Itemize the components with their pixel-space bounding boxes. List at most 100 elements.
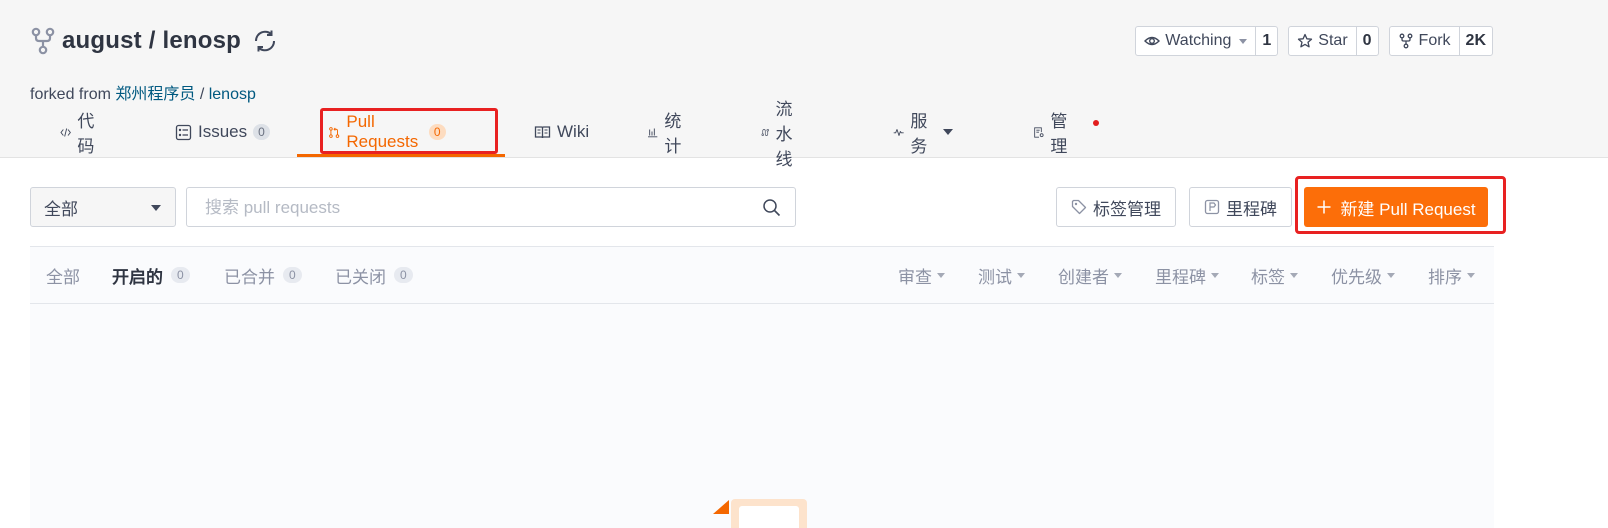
chevron-down-icon	[1211, 272, 1219, 278]
tab-wiki[interactable]: Wiki	[534, 108, 589, 156]
sort-test[interactable]: 测试	[978, 247, 1025, 303]
label-manage-button[interactable]: 标签管理	[1056, 187, 1176, 227]
wiki-icon	[534, 125, 551, 138]
service-icon	[893, 128, 904, 136]
tab-pipeline-label: 流水线	[775, 99, 793, 169]
milestone-label: 里程碑	[1226, 199, 1277, 219]
forked-repo-link[interactable]: lenosp	[209, 86, 256, 103]
fork-count[interactable]: 2K	[1458, 27, 1492, 55]
scope-select-value: 全部	[44, 199, 78, 219]
fork-label: Fork	[1418, 32, 1451, 49]
tab-manage-label: 管理	[1050, 112, 1068, 156]
star-button-main[interactable]: Star	[1289, 27, 1355, 55]
chevron-down-icon	[1290, 272, 1298, 278]
scope-select[interactable]: 全部	[30, 187, 176, 227]
filter-bar: 全部 开启的 0 已合并 0 已关闭 0 审查 测试 创建者 里程碑 标签 优先…	[30, 246, 1494, 304]
filter-open[interactable]: 开启的 0	[112, 247, 190, 303]
tab-issues-count: 0	[253, 124, 270, 140]
sort-order[interactable]: 排序	[1428, 247, 1475, 303]
tab-issues-label: Issues	[198, 122, 248, 141]
search-icon[interactable]	[762, 198, 781, 217]
filter-merged-label: 已合并	[224, 267, 275, 287]
forked-separator: /	[195, 86, 209, 103]
repo-actions: Watching 1 Star 0 Fork 2K	[1135, 26, 1493, 56]
forked-from-line: forked from 郑州程序员 / lenosp	[30, 80, 256, 104]
chevron-down-icon	[1467, 272, 1475, 278]
tab-pipeline[interactable]: 流水线	[761, 100, 801, 169]
sort-creator-label: 创建者	[1058, 267, 1109, 287]
label-manage-label: 标签管理	[1093, 199, 1161, 219]
sort-order-label: 排序	[1428, 267, 1462, 287]
issues-icon	[175, 124, 192, 140]
repo-title-separator: /	[141, 27, 163, 54]
fork-small-icon	[1399, 33, 1412, 49]
star-button[interactable]: Star 0	[1288, 26, 1379, 56]
active-tab-indicator	[297, 154, 505, 157]
forked-from-prefix: forked from	[30, 86, 116, 103]
chevron-down-icon	[1387, 272, 1395, 278]
tab-issues[interactable]: Issues 0	[175, 108, 270, 156]
filter-closed[interactable]: 已关闭 0	[335, 247, 413, 303]
watch-button-main[interactable]: Watching	[1136, 27, 1255, 55]
tab-service[interactable]: 服务	[893, 108, 953, 156]
filter-closed-label: 已关闭	[335, 267, 386, 287]
repo-header: august / lenosp forked from 郑州程序员 / leno…	[0, 0, 1608, 169]
sync-icon[interactable]	[251, 27, 279, 55]
sort-milestone-label: 里程碑	[1155, 267, 1206, 287]
pipeline-icon	[761, 128, 769, 136]
manage-icon	[1034, 126, 1044, 138]
fork-icon	[31, 27, 55, 55]
tab-stats-label: 统计	[664, 112, 682, 156]
code-icon	[60, 127, 71, 137]
repo-name-link[interactable]: lenosp	[162, 27, 241, 55]
highlight-box-pull-requests-tab	[320, 108, 498, 154]
filter-merged-count: 0	[283, 267, 302, 283]
eye-icon	[1144, 36, 1161, 46]
tab-code-label: 代码	[77, 112, 95, 156]
chevron-down-icon	[943, 129, 953, 135]
chevron-down-icon	[937, 272, 945, 278]
sort-creator[interactable]: 创建者	[1058, 247, 1122, 303]
sort-test-label: 测试	[978, 267, 1012, 287]
filter-merged[interactable]: 已合并 0	[224, 247, 302, 303]
tab-wiki-label: Wiki	[557, 122, 590, 141]
watch-button[interactable]: Watching 1	[1135, 26, 1279, 56]
sort-review[interactable]: 审查	[898, 247, 945, 303]
tag-icon	[1071, 199, 1087, 215]
empty-state-illustration	[713, 499, 807, 528]
pr-toolbar: 全部 标签管理 里程碑 新建 Pull Request	[30, 187, 1494, 227]
sort-review-label: 审查	[898, 267, 932, 287]
sort-label[interactable]: 标签	[1251, 247, 1298, 303]
filter-all-label: 全部	[46, 267, 80, 287]
sort-milestone[interactable]: 里程碑	[1155, 247, 1219, 303]
sort-priority[interactable]: 优先级	[1331, 247, 1395, 303]
filter-all[interactable]: 全部	[46, 247, 80, 303]
star-count[interactable]: 0	[1355, 27, 1378, 55]
watch-label: Watching	[1165, 32, 1232, 49]
chevron-down-icon	[1239, 38, 1248, 44]
sort-priority-label: 优先级	[1331, 267, 1382, 287]
filter-closed-count: 0	[394, 267, 413, 283]
pr-list-empty-area	[30, 304, 1494, 528]
forked-owner-link[interactable]: 郑州程序员	[115, 86, 195, 103]
star-label: Star	[1318, 32, 1348, 49]
filter-open-label: 开启的	[112, 267, 163, 287]
search-input[interactable]	[203, 196, 747, 220]
fork-button-main[interactable]: Fork	[1390, 27, 1459, 55]
repo-title: august / lenosp	[30, 24, 279, 58]
stats-icon	[647, 128, 658, 137]
watch-count[interactable]: 1	[1255, 27, 1277, 55]
tab-manage[interactable]: 管理	[1033, 108, 1073, 156]
repo-owner-link[interactable]: august	[62, 27, 142, 55]
sort-label-label: 标签	[1251, 267, 1285, 287]
milestone-icon	[1204, 199, 1220, 215]
fork-button[interactable]: Fork 2K	[1388, 26, 1493, 56]
search-box	[186, 187, 796, 227]
chevron-down-icon	[1114, 272, 1122, 278]
chevron-down-icon	[151, 205, 161, 211]
milestone-button[interactable]: 里程碑	[1189, 187, 1292, 227]
notification-dot	[1093, 120, 1099, 126]
chevron-down-icon	[1017, 272, 1025, 278]
tab-stats[interactable]: 统计	[647, 108, 687, 156]
tab-code[interactable]: 代码	[60, 108, 100, 156]
